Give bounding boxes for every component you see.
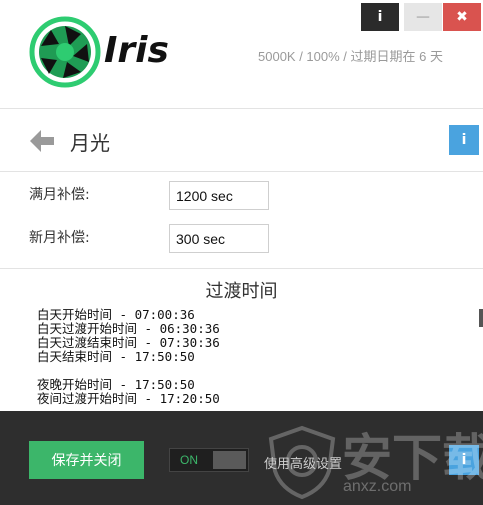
new-moon-label: 新月补偿: — [29, 230, 90, 246]
scrollbar-thumb[interactable] — [479, 309, 483, 327]
new-moon-input[interactable] — [169, 224, 269, 253]
page-titlebar: 月光 i — [0, 110, 483, 172]
watermark-shield-icon — [268, 425, 336, 500]
section-divider — [0, 268, 483, 269]
status-text: 5000K / 100% / 过期日期在 6 天 — [258, 49, 443, 64]
full-moon-input[interactable] — [169, 181, 269, 210]
toggle-knob — [213, 451, 246, 469]
app-logo-text: Iris — [104, 30, 169, 71]
list-item: 白天结束时间 - 17:50:50 — [37, 349, 195, 364]
back-arrow-icon[interactable] — [28, 127, 56, 155]
list-item: 白天过渡开始时间 - 06:30:36 — [37, 321, 220, 336]
advanced-settings-toggle[interactable]: ON — [169, 448, 249, 472]
full-moon-label: 满月补偿: — [29, 187, 90, 203]
list-item: 白天开始时间 - 07:00:36 — [37, 308, 195, 322]
app-header: Iris 5000K / 100% / 过期日期在 6 天 — [0, 0, 483, 109]
watermark-url: anxz.com — [343, 478, 412, 495]
transition-times-list[interactable]: 白天开始时间 - 07:00:36 白天过渡开始时间 - 06:30:36 白天… — [37, 308, 457, 410]
page-info-button[interactable]: i — [449, 125, 479, 155]
list-item: 白天过渡结束时间 - 07:30:36 — [37, 335, 220, 350]
transition-section-title: 过渡时间 — [205, 281, 278, 302]
page-title: 月光 — [70, 131, 110, 155]
list-item: 夜晚开始时间 - 17:50:50 — [37, 377, 195, 392]
save-and-close-button[interactable]: 保存并关闭 — [29, 441, 144, 479]
toggle-state-label: ON — [180, 453, 198, 467]
iris-logo-icon — [29, 16, 101, 88]
list-item: 夜间过渡开始时间 - 17:20:50 — [37, 391, 220, 406]
